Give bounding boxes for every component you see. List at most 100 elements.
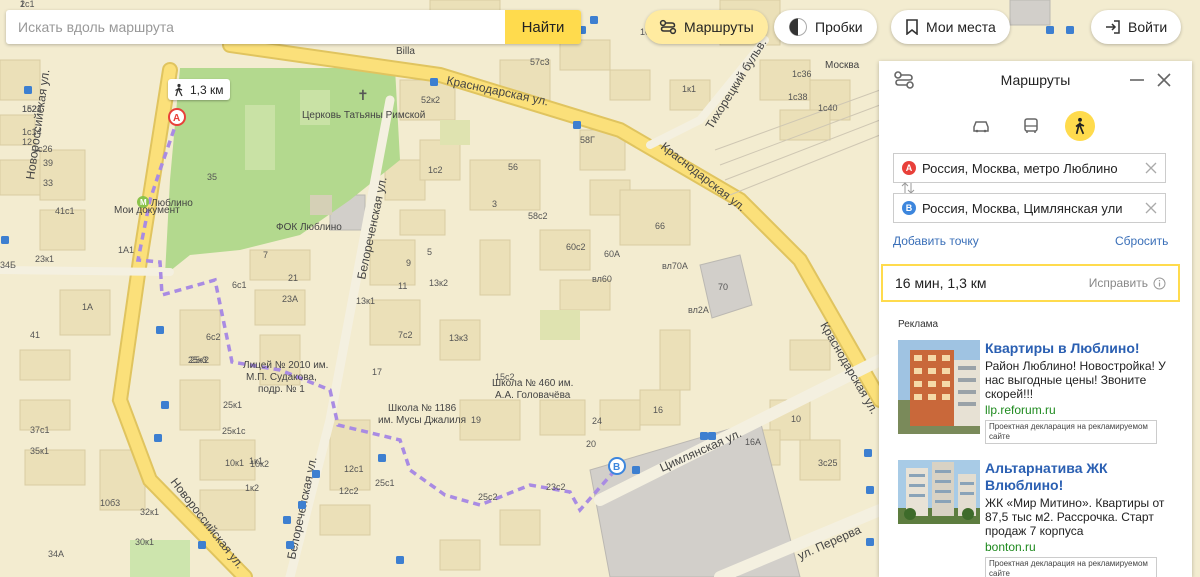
bus-stop-icon[interactable] [1046,26,1054,34]
house-number: 34Б [0,260,16,270]
house-number: 21 [288,273,298,283]
bus-stop-icon[interactable] [1066,26,1074,34]
house-number: 11 [398,281,407,291]
house-number: 1к1 [682,84,696,94]
route-result[interactable]: 16 мин, 1,3 км Исправить [881,264,1180,302]
ad-url[interactable]: bonton.ru [985,540,1178,554]
bus-stop-icon[interactable] [198,541,206,549]
house-number: 25к1с [222,426,246,436]
ad-image[interactable] [898,340,980,434]
waypoint-a-field[interactable]: A Россия, Москва, метро Люблино [893,153,1166,183]
billa-label: Billa [396,46,415,57]
ad-title[interactable]: Альтарнатива ЖК Влюблино! [985,460,1178,494]
ad-item[interactable]: Альтарнатива ЖК Влюблино! ЖК «Мир Митино… [898,460,1178,577]
house-number: вл70А [662,261,688,271]
close-icon[interactable] [1155,71,1173,89]
clear-b-button[interactable] [1137,194,1165,222]
mode-pedestrian-button[interactable] [1065,111,1095,141]
fix-route-link[interactable]: Исправить [1089,276,1148,290]
bus-stop-icon[interactable] [573,121,581,129]
house-number: 17 [372,367,382,377]
ad-disclaimer: Проектная декларация на рекламируемом са… [985,557,1157,577]
bus-stop-icon[interactable] [283,516,291,524]
house-number: 1А1 [118,245,134,255]
svg-text:им. Мусы Джалиля: им. Мусы Джалиля [378,415,466,426]
house-number: 7с2 [398,330,413,340]
clear-a-button[interactable] [1137,154,1165,182]
house-number: 10б3 [100,498,120,508]
house-number: 1с2 [428,165,443,175]
house-number: 20 [586,439,596,449]
my-places-label: Мои места [926,19,996,35]
house-number: 15с2 [495,372,515,382]
bus-stop-icon[interactable] [312,470,320,478]
bus-stop-icon[interactable] [156,326,164,334]
bus-stop-icon[interactable] [864,449,872,457]
house-number: 10к1 [225,458,244,468]
bus-stop-icon[interactable] [1,236,9,244]
house-number: 9 [406,258,411,268]
bus-stop-icon[interactable] [590,16,598,24]
routes-button[interactable]: Маршруты [645,10,768,44]
search-button[interactable]: Найти [505,10,581,44]
bus-stop-icon[interactable] [161,401,169,409]
house-number: 2 [20,0,25,9]
svg-text:A: A [173,113,180,124]
bus-stop-icon[interactable] [430,78,438,86]
waypoint-a-badge: A [902,161,916,175]
waypoint-b-field[interactable]: B Россия, Москва, Цимлянская ули [893,193,1166,223]
ad-text: ЖК «Мир Митино». Квартиры от 87,5 тыс м2… [985,496,1165,538]
bus-stop-icon[interactable] [286,541,294,549]
ad-item[interactable]: Квартиры в Люблино! Район Люблино! Новос… [898,340,1178,444]
bus-stop-icon[interactable] [378,454,386,462]
house-number: 60с2 [566,242,586,252]
svg-text:B: B [613,462,620,473]
traffic-button[interactable]: Пробки [774,10,877,44]
house-number: 1к1 [249,456,263,466]
house-number: 35к1 [30,446,49,456]
ad-url[interactable]: llp.reforum.ru [985,403,1178,417]
bus-stop-icon[interactable] [866,538,874,546]
marker-b[interactable]: B [608,457,626,475]
my-places-button[interactable]: Мои места [891,10,1010,44]
bus-stop-icon[interactable] [298,501,306,509]
bus-stop-icon[interactable] [396,556,404,564]
route-search-input[interactable] [6,10,505,44]
routes-icon [659,19,677,35]
bus-stop-icon[interactable] [632,466,640,474]
bus-stop-icon[interactable] [866,486,874,494]
ad-image[interactable] [898,460,980,524]
route-duration-distance: 16 мин, 1,3 км [895,275,987,291]
add-point-link[interactable]: Добавить точку [893,234,979,248]
mode-car-button[interactable] [966,111,996,141]
minimize-icon[interactable] [1128,71,1146,89]
mode-bus-button[interactable] [1016,111,1046,141]
bus-stop-icon[interactable] [154,434,162,442]
house-number: 6с1 [232,280,247,290]
bookmark-icon [906,19,918,35]
house-number: 41с1 [55,206,75,216]
waypoint-a-value: Россия, Москва, метро Люблино [922,160,1118,176]
house-number: 1с40 [818,103,838,113]
house-number: 23к1 [35,254,54,264]
ad-title[interactable]: Квартиры в Люблино! [985,340,1178,357]
distance-badge[interactable]: 1,3 км [168,79,230,100]
car-icon [973,121,989,133]
route-panel: Маршруты A Россия, Москва, метро Люблино… [879,61,1192,577]
house-number: 56 [508,162,518,172]
house-number: 12с2 [339,486,359,496]
bus-stop-icon[interactable] [700,432,708,440]
house-number: 13к2 [429,278,448,288]
house-number: 1к2 [245,483,259,493]
traffic-icon [789,18,807,36]
bus-stop-icon[interactable] [708,432,716,440]
waypoint-b-value: Россия, Москва, Цимлянская ули [922,200,1123,216]
bus-stop-icon[interactable] [24,86,32,94]
house-number: 10 [791,414,801,424]
info-icon[interactable] [1153,277,1166,290]
reset-link[interactable]: Сбросить [1115,234,1168,248]
login-button[interactable]: Войти [1091,10,1182,44]
routes-label: Маршруты [684,19,754,35]
svg-text:А.А. Головачёва: А.А. Головачёва [495,390,571,401]
marker-a[interactable]: A [168,108,186,126]
